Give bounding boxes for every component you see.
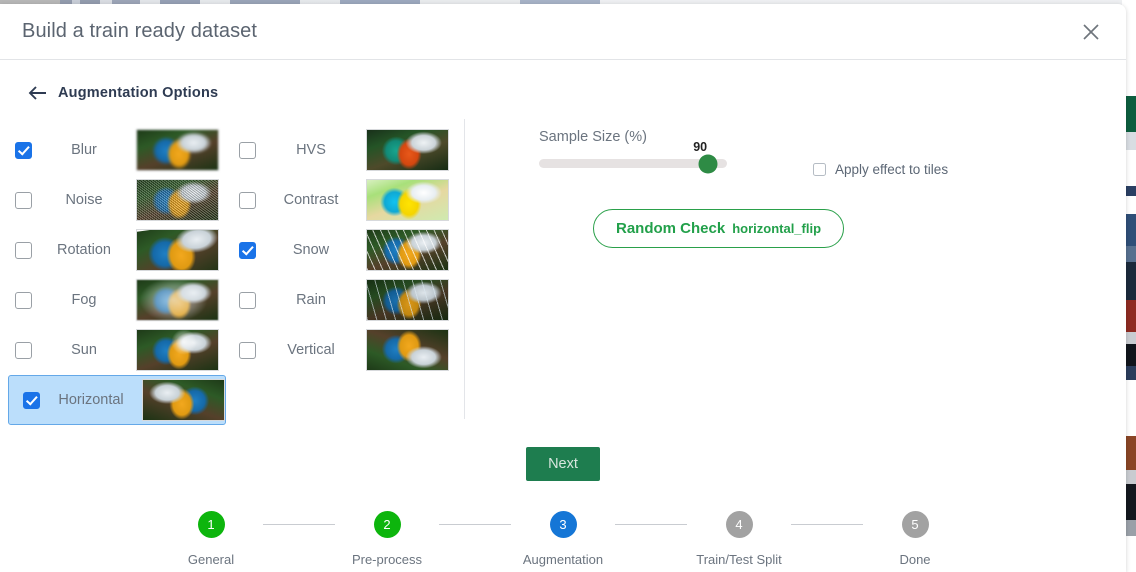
option-row-noise[interactable]: Noise [0, 175, 220, 225]
step-done[interactable]: 5 Done [863, 511, 967, 567]
checkbox-sun[interactable] [15, 341, 32, 359]
augmentation-column-two: HVS Contrast Snow Rain Vertical [220, 119, 450, 429]
thumbnail-vertical-flip [366, 329, 449, 371]
build-dataset-modal: Build a train ready dataset Augmentation… [0, 4, 1126, 572]
thumbnail-hvs [366, 129, 449, 171]
checkbox-apply-effect-to-tiles[interactable] [813, 163, 826, 176]
step-circle-2[interactable]: 2 [373, 511, 401, 538]
option-label-noise: Noise [65, 192, 103, 208]
section-title: Augmentation Options [58, 85, 219, 101]
apply-effect-to-tiles-label: Apply effect to tiles [835, 162, 949, 177]
step-circle-3[interactable]: 3 [549, 511, 577, 538]
step-pre-process[interactable]: 2 Pre-process [335, 511, 439, 567]
effect-controls-panel: Sample Size (%) 90 Apply effect to tiles… [465, 119, 1126, 429]
page-title: Build a train ready dataset [22, 20, 258, 42]
option-row-horizontal[interactable]: Horizontal [8, 375, 226, 425]
option-label-blur: Blur [71, 142, 97, 158]
option-row-vertical[interactable]: Vertical [220, 325, 450, 375]
option-row-sun[interactable]: Sun [0, 325, 220, 375]
thumbnail-horizontal-flip [142, 379, 225, 421]
section-header: Augmentation Options [28, 85, 1126, 101]
checkbox-rain[interactable] [239, 291, 256, 309]
step-augmentation[interactable]: 3 Augmentation [511, 511, 615, 567]
random-check-button-label: Random Check [616, 220, 726, 237]
close-icon[interactable] [1078, 19, 1104, 45]
option-row-rain[interactable]: Rain [220, 275, 450, 325]
step-connector-2 [439, 524, 511, 525]
option-label-vertical: Vertical [287, 342, 335, 358]
step-circle-1[interactable]: 1 [197, 511, 225, 538]
step-label-done: Done [899, 552, 931, 567]
apply-effect-to-tiles-row[interactable]: Apply effect to tiles [813, 162, 948, 177]
step-connector-1 [263, 524, 335, 525]
random-check-effect-name: horizontal_flip [732, 221, 822, 236]
option-label-hvs: HVS [296, 142, 326, 158]
footer-actions: Next [0, 447, 1126, 481]
checkbox-hvs[interactable] [239, 141, 256, 159]
checkbox-horizontal[interactable] [23, 391, 40, 409]
thumbnail-noise [136, 179, 219, 221]
option-row-contrast[interactable]: Contrast [220, 175, 450, 225]
thumbnail-blur [136, 129, 219, 171]
thumbnail-snow [366, 229, 449, 271]
option-row-blur[interactable]: Blur [0, 125, 220, 175]
option-label-fog: Fog [71, 292, 97, 308]
option-row-rotation[interactable]: Rotation [0, 225, 220, 275]
checkbox-fog[interactable] [15, 291, 32, 309]
option-row-snow[interactable]: Snow [220, 225, 450, 275]
thumbnail-rotation-inner [137, 230, 218, 270]
augmentation-column-one: Blur Noise Rotation Fog Sun Horizontal [0, 119, 226, 429]
thumbnail-rain [366, 279, 449, 321]
slider-thumb[interactable] [698, 154, 718, 173]
checkbox-noise[interactable] [15, 191, 32, 209]
step-circle-4[interactable]: 4 [725, 511, 753, 538]
augmentation-body: Blur Noise Rotation Fog Sun Horizontal H… [0, 119, 1126, 429]
modal-header: Build a train ready dataset [0, 4, 1126, 60]
checkbox-rotation[interactable] [15, 241, 32, 259]
checkbox-contrast[interactable] [239, 191, 256, 209]
sample-size-value: 90 [693, 140, 708, 154]
checkbox-vertical[interactable] [239, 341, 256, 359]
option-label-rain: Rain [296, 292, 326, 308]
step-train-test-split[interactable]: 4 Train/Test Split [687, 511, 791, 567]
step-circle-5[interactable]: 5 [901, 511, 929, 538]
step-label-general: General [187, 552, 235, 567]
sample-size-slider[interactable]: 90 [539, 140, 727, 173]
thumbnail-contrast [366, 179, 449, 221]
step-connector-4 [791, 524, 863, 525]
option-label-snow: Snow [292, 242, 330, 258]
checkbox-blur[interactable] [15, 141, 32, 159]
thumbnail-fog [136, 279, 219, 321]
sample-size-label: Sample Size (%) [539, 129, 647, 145]
wizard-stepper: 1 General 2 Pre-process 3 Augmentation 4… [0, 511, 1126, 567]
option-label-sun: Sun [71, 342, 97, 358]
option-row-hvs[interactable]: HVS [220, 125, 450, 175]
option-label-contrast: Contrast [283, 192, 339, 208]
option-row-fog[interactable]: Fog [0, 275, 220, 325]
thumbnail-rotation [136, 229, 219, 271]
arrow-left-icon[interactable] [28, 85, 48, 101]
step-general[interactable]: 1 General [159, 511, 263, 567]
step-label-augmentation: Augmentation [522, 552, 604, 567]
next-button[interactable]: Next [526, 447, 600, 481]
random-check-button[interactable]: Random Check horizontal_flip [593, 209, 845, 248]
option-label-rotation: Rotation [56, 242, 111, 258]
slider-track[interactable] [539, 154, 727, 173]
option-label-horizontal: Horizontal [58, 392, 124, 408]
step-label-train-test-split: Train/Test Split [696, 552, 782, 567]
checkbox-snow[interactable] [239, 241, 256, 259]
step-connector-3 [615, 524, 687, 525]
step-label-pre-process: Pre-process [351, 552, 423, 567]
thumbnail-sun [136, 329, 219, 371]
